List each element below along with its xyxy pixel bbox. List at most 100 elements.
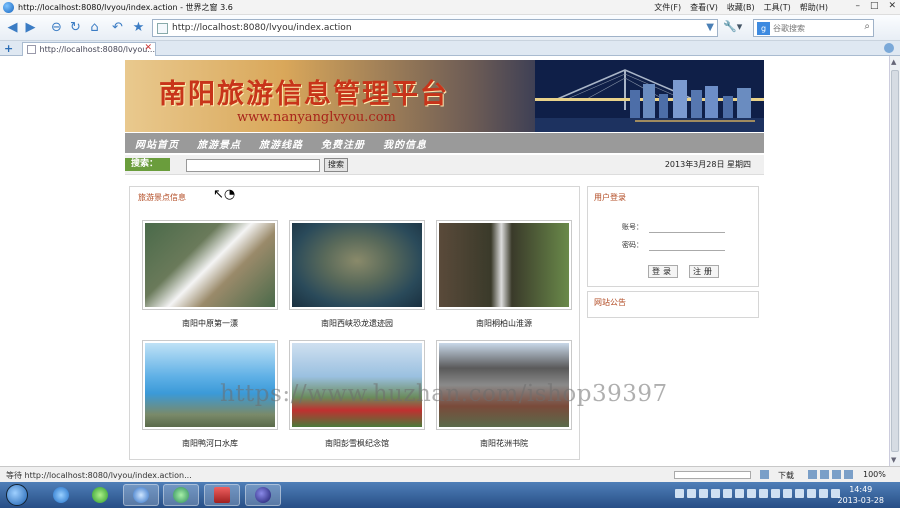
search-icon[interactable]: ⌕ xyxy=(864,21,870,32)
security-icon[interactable] xyxy=(760,470,769,479)
spot-photo[interactable] xyxy=(145,223,275,307)
print-icon[interactable] xyxy=(808,470,817,479)
account-row: 账号： xyxy=(622,221,725,233)
navigation-toolbar: ◀ ▶ ⊖ ↻ ⌂ ↶ ★ http://localhost:8080/lvyo… xyxy=(0,15,900,41)
menu-favorites[interactable]: 收藏(B) xyxy=(727,2,755,13)
download-button[interactable]: 下载 xyxy=(778,470,794,481)
home-icon[interactable]: ⌂ xyxy=(86,19,103,36)
forward-arrow-icon[interactable]: ▶ xyxy=(22,19,39,36)
maximize-button[interactable]: □ xyxy=(870,1,879,11)
tray-icon[interactable] xyxy=(723,489,732,498)
notice-panel: 网站公告 xyxy=(587,291,759,318)
site-search-button[interactable]: 搜索 xyxy=(324,158,348,172)
refresh-icon[interactable]: ↻ xyxy=(67,19,84,36)
tray-icon[interactable] xyxy=(675,489,684,498)
tab-menu-icon[interactable] xyxy=(884,43,894,53)
status-icons xyxy=(760,470,769,479)
tray-icon[interactable] xyxy=(795,489,804,498)
tray-icon[interactable] xyxy=(807,489,816,498)
tools-wrench-icon[interactable]: 🔧▾ xyxy=(723,20,745,36)
stop-icon[interactable]: ⊖ xyxy=(48,19,65,36)
menu-help[interactable]: 帮助(H) xyxy=(800,2,828,13)
clock-time: 14:49 xyxy=(849,485,873,494)
undo-close-icon[interactable]: ↶ xyxy=(109,19,126,36)
password-row: 密码： xyxy=(622,239,725,251)
spot-name[interactable]: 南阳中原第一漂 xyxy=(142,318,278,329)
spot-photo[interactable] xyxy=(439,223,569,307)
menu-tools[interactable]: 工具(T) xyxy=(764,2,791,13)
screenshot-icon[interactable] xyxy=(820,470,829,479)
notice-panel-title: 网站公告 xyxy=(594,298,626,307)
account-input[interactable] xyxy=(649,221,725,233)
search-box[interactable]: g ⌕ xyxy=(753,19,874,37)
tray-icon[interactable] xyxy=(819,489,828,498)
close-button[interactable]: ✕ xyxy=(888,1,896,11)
site-search-input[interactable] xyxy=(186,159,320,172)
tray-icon[interactable] xyxy=(711,489,720,498)
login-button[interactable]: 登录 xyxy=(648,265,678,278)
spot-card[interactable]: 南阳中原第一漂 xyxy=(142,220,278,329)
password-input[interactable] xyxy=(649,239,725,251)
menu-file[interactable]: 文件(F) xyxy=(654,2,681,13)
tray-icon[interactable] xyxy=(687,489,696,498)
spot-photo-frame[interactable] xyxy=(289,220,425,310)
address-bar[interactable]: http://localhost:8080/lvyou/index.action… xyxy=(152,19,718,37)
tab-label: http://localhost:8080/lvyou... xyxy=(39,45,155,54)
spot-name[interactable]: 南阳花洲书院 xyxy=(436,438,572,449)
search-engine-icon[interactable]: g xyxy=(757,21,770,35)
tray-icon[interactable] xyxy=(747,489,756,498)
sound-icon[interactable] xyxy=(844,470,853,479)
tray-icon[interactable] xyxy=(771,489,780,498)
menu-view[interactable]: 查看(V) xyxy=(690,2,718,13)
search-input[interactable] xyxy=(773,23,853,33)
status-text: 等待 http://localhost:8080/lvyou/index.act… xyxy=(6,471,192,480)
spot-card[interactable]: 南阳西峡恐龙遗迹园 xyxy=(289,220,425,329)
spot-photo-frame[interactable] xyxy=(142,220,278,310)
minimize-button[interactable]: – xyxy=(855,1,860,11)
go-arrow-icon[interactable]: ▼ xyxy=(706,22,714,33)
spot-name[interactable]: 南阳鸭河口水库 xyxy=(142,438,278,449)
tray-icon[interactable] xyxy=(699,489,708,498)
clock-date: 2013-03-28 xyxy=(837,496,885,505)
taskbar-app-icon[interactable] xyxy=(204,484,240,506)
tab-active[interactable]: http://localhost:8080/lvyou... ✕ xyxy=(22,42,156,56)
scroll-up-icon[interactable]: ▲ xyxy=(891,58,896,66)
register-button[interactable]: 注册 xyxy=(689,265,719,278)
address-url[interactable]: http://localhost:8080/lvyou/index.action xyxy=(172,23,352,33)
scroll-thumb[interactable] xyxy=(891,70,899,452)
tray-icon[interactable] xyxy=(759,489,768,498)
spot-name[interactable]: 南阳西峡恐龙遗迹园 xyxy=(289,318,425,329)
taskbar-ie-icon[interactable] xyxy=(43,484,79,506)
spot-photo-frame[interactable] xyxy=(436,220,572,310)
start-button[interactable] xyxy=(6,484,28,506)
tray-icon[interactable] xyxy=(735,489,744,498)
taskbar-eclipse-icon[interactable] xyxy=(245,484,281,506)
taskbar-browser-icon[interactable] xyxy=(123,484,159,506)
tab-bar: + http://localhost:8080/lvyou... ✕ xyxy=(0,41,900,56)
translate-icon[interactable] xyxy=(832,470,841,479)
nav-register[interactable]: 免费注册 xyxy=(321,136,365,151)
scroll-down-icon[interactable]: ▼ xyxy=(891,456,896,464)
tray-icon[interactable] xyxy=(783,489,792,498)
system-clock[interactable]: 14:49 2013-03-28 xyxy=(838,484,885,506)
account-label: 账号： xyxy=(622,223,643,231)
taskbar-refresh-app-icon[interactable] xyxy=(82,484,118,506)
nav-routes[interactable]: 旅游线路 xyxy=(259,136,303,151)
favorite-star-icon[interactable]: ★ xyxy=(130,19,147,36)
spot-name[interactable]: 南阳桐柏山淮源 xyxy=(436,318,572,329)
close-tab-icon[interactable]: ✕ xyxy=(144,43,152,53)
nav-spots[interactable]: 旅游景点 xyxy=(197,136,241,151)
back-arrow-icon[interactable]: ◀ xyxy=(4,19,21,36)
taskbar-globe-icon[interactable] xyxy=(163,484,199,506)
vertical-scrollbar[interactable]: ▲ ▼ xyxy=(889,56,900,466)
spot-name[interactable]: 南阳彭雪枫纪念馆 xyxy=(289,438,425,449)
loading-progress xyxy=(674,471,751,479)
nav-home[interactable]: 网站首页 xyxy=(135,136,179,151)
spot-card[interactable]: 南阳桐柏山淮源 xyxy=(436,220,572,329)
password-label: 密码： xyxy=(622,241,643,249)
spot-photo[interactable] xyxy=(292,223,422,307)
login-panel: 用户登录 账号： 密码： 登录 注册 xyxy=(587,186,759,287)
zoom-level[interactable]: 100% xyxy=(863,470,886,479)
new-tab-icon[interactable]: + xyxy=(4,42,13,55)
nav-my-info[interactable]: 我的信息 xyxy=(383,136,427,151)
